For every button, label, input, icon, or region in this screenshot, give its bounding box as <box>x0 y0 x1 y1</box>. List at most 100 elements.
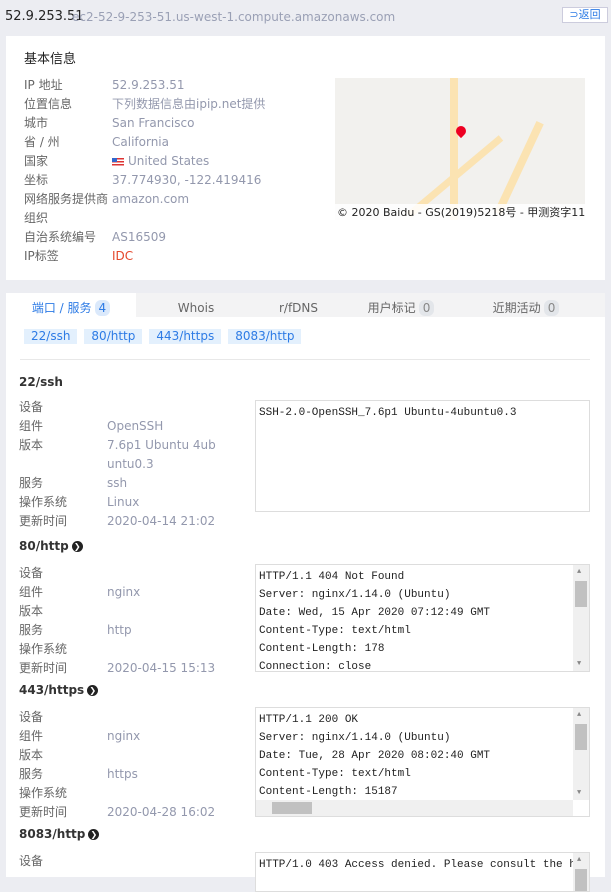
vertical-scrollbar[interactable]: ▲ <box>573 853 589 891</box>
banner-box[interactable]: HTTP/1.1 200 OK Server: nginx/1.14.0 (Ubu… <box>255 707 590 817</box>
field-label: 服务 <box>19 623 44 637</box>
banner-line: Connection: close <box>259 661 372 672</box>
scroll-down-icon[interactable]: ▼ <box>577 789 581 797</box>
service-title: 80/http ❯ <box>19 536 599 556</box>
field-row: 版本 <box>19 602 215 621</box>
scroll-up-icon[interactable]: ▲ <box>577 711 581 719</box>
field-label: 组件 <box>19 585 44 599</box>
tab-label: 用户标记 <box>367 301 416 315</box>
tab-label: r/fDNS <box>278 301 319 315</box>
info-row: IP标签 IDC <box>24 247 265 266</box>
info-value-text[interactable]: 下列数据信息由ipip.net提供 <box>112 97 265 111</box>
info-row: IP 地址 52.9.253.51 <box>24 76 265 95</box>
field-value: 2020-04-14 21:02 <box>107 514 216 528</box>
go-arrow-icon[interactable]: ❯ <box>88 829 100 840</box>
info-label: 位置信息 <box>24 97 73 111</box>
port-tag[interactable]: 8083/http <box>228 329 302 344</box>
field-label: 服务 <box>19 767 44 781</box>
field-label: 组件 <box>19 729 44 743</box>
banner-box[interactable]: HTTP/1.0 403 Access denied. Please consu… <box>255 852 590 892</box>
info-value: 37.774930, -122.419416 <box>112 171 261 190</box>
info-value-text: AS16509 <box>112 230 166 244</box>
scroll-up-icon[interactable]: ▲ <box>577 856 581 864</box>
ports-panel: 22/ssh 80/http 443/https 8083/http 22/ssh 设备… <box>6 317 605 892</box>
location-map[interactable]: © 2020 Baidu - GS(2019)5218号 - 甲测资字11009… <box>335 78 585 220</box>
field-value: OpenSSH <box>107 419 164 433</box>
service-title-text: 443/https <box>19 683 85 697</box>
scroll-thumb[interactable] <box>575 581 587 607</box>
scroll-thumb[interactable] <box>575 869 587 891</box>
banner-line: HTTP/1.1 404 Not Found <box>259 571 405 583</box>
info-value: AS16509 <box>112 228 166 247</box>
basic-info-card: 基本信息 IP 地址 52.9.253.51 位置信息 下列数据信息由ipip.net… <box>6 36 605 280</box>
vertical-scrollbar[interactable]: ▲ ▼ <box>573 565 589 671</box>
tab-1[interactable]: Whois <box>136 293 256 317</box>
scroll-down-icon[interactable]: ▼ <box>577 660 581 668</box>
tab-3[interactable]: 用户标记 0 <box>341 293 461 317</box>
info-value: California <box>112 133 169 152</box>
field-value: http <box>107 623 132 637</box>
field-row: 组件 OpenSSH <box>19 417 217 436</box>
field-label: 操作系统 <box>19 642 68 656</box>
field-row: 服务 https <box>19 765 215 784</box>
tab-count-badge: 0 <box>543 300 560 316</box>
field-label: 操作系统 <box>19 495 68 509</box>
field-label: 更新时间 <box>19 661 68 675</box>
tab-label: Whois <box>177 301 215 315</box>
field-row: 更新时间 2020-04-15 15:13 <box>19 659 215 678</box>
back-button[interactable]: ⊃返回 <box>562 7 608 23</box>
service-section: 443/https ❯ 设备 组件 nginx 版本 服务 https 操作系统 更新时间 2020… <box>19 680 599 819</box>
field-row: 服务 http <box>19 621 215 640</box>
info-value: amazon.com <box>112 190 189 209</box>
field-row: 设备 <box>19 708 215 727</box>
field-label: 操作系统 <box>19 786 68 800</box>
field-row: 操作系统 <box>19 640 215 659</box>
info-value-text: 52.9.253.51 <box>112 78 185 92</box>
tab-4[interactable]: 近期活动 0 <box>461 293 591 317</box>
field-row: 设备 <box>19 398 217 417</box>
banner-line: HTTP/1.1 200 OK <box>259 714 359 726</box>
banner-box[interactable]: HTTP/1.1 404 Not Found Server: nginx/1.14… <box>255 564 590 672</box>
info-value-text: California <box>112 135 169 149</box>
vertical-scrollbar[interactable]: ▲ ▼ <box>573 708 589 800</box>
info-value: San Francisco <box>112 114 194 133</box>
basic-info-list: IP 地址 52.9.253.51 位置信息 下列数据信息由ipip.net提供城市 S… <box>24 76 265 266</box>
info-label: IP 地址 <box>24 78 63 92</box>
section-title: 基本信息 <box>24 52 77 67</box>
info-label: 组织 <box>24 211 49 225</box>
field-row: 更新时间 2020-04-14 21:02 <box>19 512 217 531</box>
service-section: 80/http ❯ 设备 组件 nginx 版本 服务 http 操作系统 更新时间 2020-04… <box>19 536 599 675</box>
scroll-thumb[interactable] <box>272 802 312 814</box>
info-value-text: 37.774930, -122.419416 <box>112 173 262 187</box>
port-tag[interactable]: 22/ssh <box>24 329 78 344</box>
field-value: Linux <box>107 495 140 509</box>
field-row: 组件 nginx <box>19 583 215 602</box>
go-arrow-icon[interactable]: ❯ <box>71 541 83 552</box>
service-fields: 设备 组件 OpenSSH 版本 7.6p1 Ubuntu 4ubuntu0.3 服务 ss… <box>19 398 217 531</box>
info-value-text: United States <box>128 154 210 168</box>
banner-box[interactable]: SSH-2.0-OpenSSH_7.6p1 Ubuntu-4ubuntu0.3 <box>255 400 590 512</box>
tab-count-badge: 4 <box>94 300 111 316</box>
field-label: 版本 <box>19 748 44 762</box>
tab-2[interactable]: r/fDNS <box>256 293 341 317</box>
info-value: United States <box>112 152 209 171</box>
info-row: 位置信息 下列数据信息由ipip.net提供 <box>24 95 265 114</box>
go-arrow-icon[interactable]: ❯ <box>87 685 99 696</box>
field-value: ssh <box>107 476 128 490</box>
info-value: 下列数据信息由ipip.net提供 <box>112 95 265 114</box>
scroll-up-icon[interactable]: ▲ <box>577 568 581 576</box>
hostname: ec2-52-9-253-51.us-west-1.compute.amazon… <box>72 10 396 24</box>
service-title: 22/ssh <box>19 372 599 392</box>
field-label: 设备 <box>19 710 44 724</box>
service-title-text: 8083/http <box>19 827 86 841</box>
field-row: 版本 7.6p1 Ubuntu 4ubuntu0.3 <box>19 436 217 474</box>
scroll-thumb[interactable] <box>575 724 587 750</box>
port-tag[interactable]: 443/https <box>149 329 222 344</box>
port-tag[interactable]: 80/http <box>84 329 143 344</box>
tab-0[interactable]: 端口 / 服务 4 <box>6 293 136 317</box>
banner-line: Content-Type: text/html <box>259 625 411 637</box>
service-fields: 设备 组件 nginx 版本 服务 https 操作系统 更新时间 2020-04-28 16:… <box>19 708 215 822</box>
horizontal-scrollbar[interactable] <box>256 800 573 816</box>
info-label: 城市 <box>24 116 49 130</box>
banner-line: Content-Length: 15187 <box>259 786 398 798</box>
